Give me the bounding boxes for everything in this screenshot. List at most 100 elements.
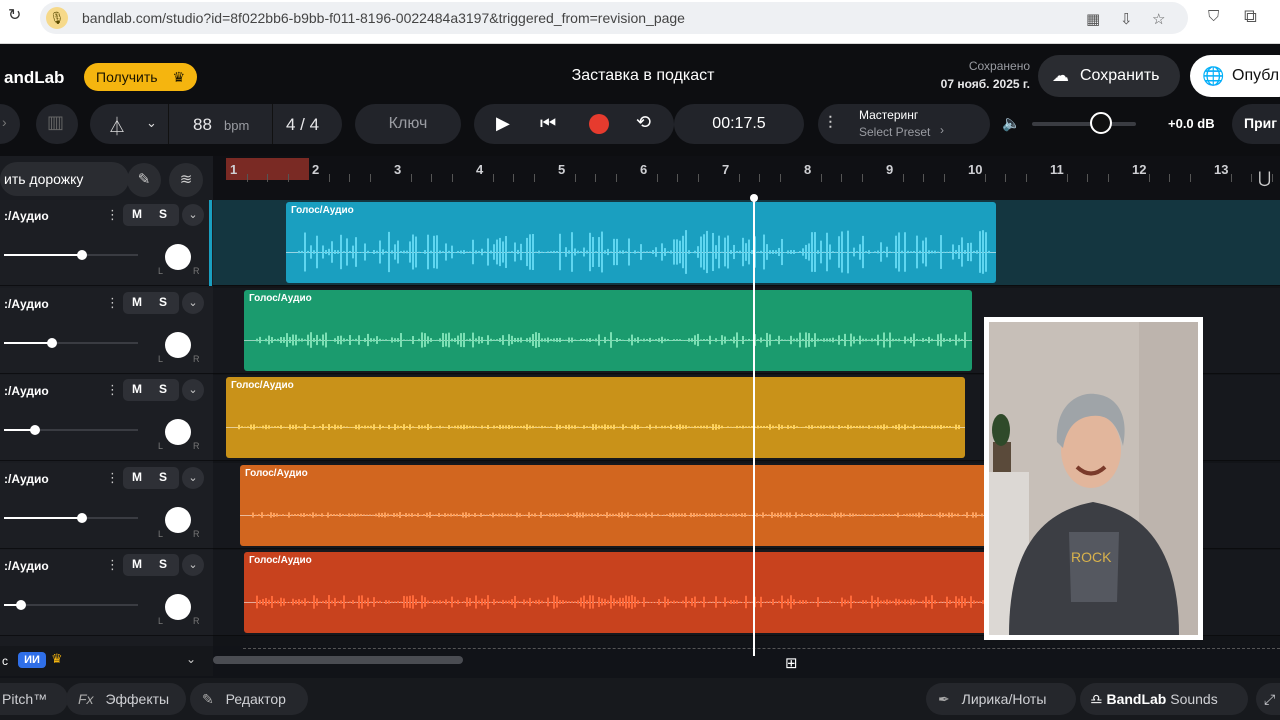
record-icon[interactable] [589, 114, 609, 134]
playhead-handle[interactable] [750, 194, 758, 202]
loop-icon[interactable]: ⟲ [636, 112, 651, 133]
bar-number[interactable]: 5 [558, 162, 565, 177]
bandlab-sounds-button[interactable]: ♎ BandLab Sounds [1080, 683, 1248, 715]
track-header[interactable]: :/Аудио ⋮ M S ⌄ L R [0, 200, 213, 286]
bar-number[interactable]: 3 [394, 162, 401, 177]
more-options-icon[interactable]: ⋮ [106, 295, 119, 311]
reload-icon[interactable]: ↻ [8, 8, 22, 24]
track-name[interactable]: :/Аудио [4, 384, 49, 398]
chevron-down-icon[interactable]: ⌄ [182, 379, 204, 401]
volume-knob[interactable] [76, 512, 87, 523]
skip-to-start-icon[interactable]: ⏮ [540, 113, 556, 134]
track-lane[interactable]: Голос/Аудио [213, 200, 1280, 286]
track-volume-slider[interactable] [4, 512, 138, 523]
bar-number[interactable]: 7 [722, 162, 729, 177]
microphone-icon[interactable]: 🎙 [46, 7, 68, 29]
speaker-icon[interactable]: 🔈 [1002, 114, 1021, 132]
bar-number[interactable]: 11 [1050, 162, 1064, 177]
chevron-down-icon[interactable]: ⌄ [186, 652, 196, 666]
audio-clip[interactable]: Голос/Аудио [226, 377, 965, 458]
playhead[interactable] [753, 196, 755, 656]
volume-knob[interactable] [76, 250, 87, 260]
bookmark-star-icon[interactable]: ☆ [1152, 10, 1165, 28]
pan-knob[interactable] [165, 331, 191, 358]
track-header[interactable]: :/Аудио ⋮ M S ⌄ L R [0, 287, 213, 374]
address-bar[interactable]: 🎙 bandlab.com/studio?id=8f022bb6-b9bb-f0… [40, 2, 1188, 34]
solo-button[interactable]: S [159, 382, 167, 396]
save-button[interactable]: ☁ Сохранить [1038, 55, 1180, 97]
editor-button[interactable]: ✎ Редактор [190, 683, 308, 715]
bpm-value[interactable]: 88 [193, 115, 212, 135]
pan-knob[interactable] [165, 506, 191, 533]
chevron-down-icon[interactable]: ⌄ [146, 115, 157, 131]
audio-clip[interactable]: Голос/Аудио [286, 202, 996, 283]
more-options-icon[interactable]: ⋮ [106, 470, 119, 486]
track-volume-slider[interactable] [4, 337, 138, 348]
track-volume-slider[interactable] [4, 425, 138, 435]
play-icon[interactable]: ▶ [496, 113, 510, 134]
chevron-down-icon[interactable]: ⌄ [182, 291, 204, 314]
solo-button[interactable]: S [159, 470, 167, 484]
mute-button[interactable]: M [132, 207, 142, 221]
more-options-icon[interactable]: ⋮ [106, 382, 119, 398]
track-header[interactable]: :/Аудио ⋮ M S ⌄ L R [0, 462, 213, 549]
master-volume-slider[interactable] [1032, 122, 1136, 126]
solo-button[interactable]: S [159, 557, 167, 571]
mute-button[interactable]: M [132, 557, 142, 571]
automation-button[interactable]: ✎ [127, 163, 161, 197]
bar-number[interactable]: 4 [476, 162, 483, 177]
get-membership-button[interactable]: Получить ♛ [84, 63, 197, 91]
translate-icon[interactable]: ▦ [1086, 10, 1100, 28]
mastering-button[interactable]: ⫶ Мастеринг Select Preset › [818, 104, 990, 144]
pan-knob[interactable] [165, 594, 191, 620]
bandlab-logo[interactable]: andLab [4, 68, 64, 88]
track-name[interactable]: :/Аудио [4, 559, 49, 573]
bar-number[interactable]: 12 [1132, 162, 1146, 177]
mute-button[interactable]: M [132, 295, 142, 309]
chevron-down-icon[interactable]: ⌄ [182, 466, 204, 489]
shield-icon[interactable]: ⛉ [1208, 8, 1219, 25]
pan-knob[interactable] [165, 419, 191, 445]
bar-number[interactable]: 1 [230, 162, 237, 177]
track-header[interactable]: :/Аудио ⋮ M S ⌄ L R [0, 550, 213, 636]
piano-button[interactable]: ▥ [36, 104, 78, 144]
collapse-panel-button[interactable]: › [0, 104, 20, 144]
horizontal-scrollbar[interactable] [213, 656, 463, 664]
audio-clip[interactable]: Голос/Аудио [244, 289, 972, 371]
bar-number[interactable]: 2 [312, 162, 319, 177]
add-clip-icon[interactable]: ⊞ [785, 654, 798, 672]
invite-button[interactable]: Приг [1232, 104, 1280, 144]
fx-overview-button[interactable]: ≋ [169, 163, 203, 197]
ai-badge[interactable]: ИИ [18, 652, 46, 668]
track-volume-slider[interactable] [4, 250, 138, 260]
publish-button[interactable]: 🌐 Опубл [1190, 55, 1280, 97]
more-button[interactable]: ⤢ [1256, 683, 1280, 715]
bar-number[interactable]: 9 [886, 162, 893, 177]
more-options-icon[interactable]: ⋮ [106, 557, 119, 573]
track-name[interactable]: :/Аудио [4, 209, 49, 223]
snap-magnet-icon[interactable]: ⋃ [1258, 168, 1271, 188]
mute-button[interactable]: M [132, 470, 142, 484]
chevron-down-icon[interactable]: ⌄ [182, 204, 204, 226]
master-volume-knob[interactable] [1090, 112, 1112, 134]
project-title[interactable]: Заставка в подкаст [500, 67, 786, 85]
chevron-down-icon[interactable]: ⌄ [182, 554, 204, 576]
volume-knob[interactable] [29, 425, 40, 435]
bar-number[interactable]: 13 [1214, 162, 1228, 177]
pan-knob[interactable] [165, 244, 191, 270]
add-track-button[interactable]: ить дорожку [0, 162, 129, 196]
track-header[interactable]: :/Аудио ⋮ M S ⌄ L R [0, 375, 213, 461]
metronome-icon[interactable]: ⏃ [108, 113, 126, 139]
bar-number[interactable]: 8 [804, 162, 811, 177]
install-app-icon[interactable]: ⇩ [1120, 10, 1133, 28]
pitch-button[interactable]: Pitch™ [0, 683, 68, 715]
solo-button[interactable]: S [159, 207, 167, 221]
audio-clip[interactable]: Голос/Аудио [244, 552, 989, 633]
mute-button[interactable]: M [132, 382, 142, 396]
time-display[interactable]: 00:17.5 [674, 104, 804, 144]
extensions-icon[interactable]: ⧉ [1244, 6, 1257, 27]
audio-clip[interactable]: Голос/Аудио [240, 464, 993, 546]
solo-button[interactable]: S [159, 295, 167, 309]
track-volume-slider[interactable] [4, 600, 138, 610]
track-name[interactable]: :/Аудио [4, 297, 49, 311]
